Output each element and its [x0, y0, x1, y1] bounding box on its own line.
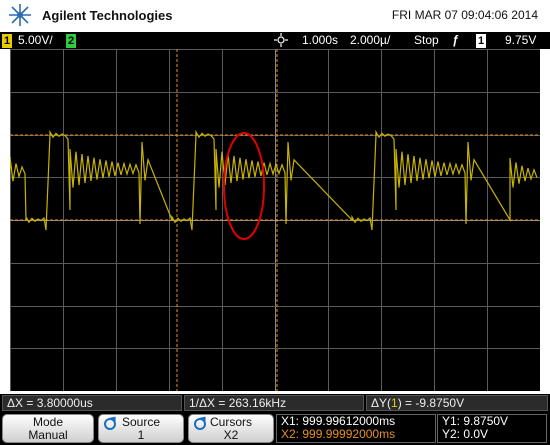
timebase: 1.000s [302, 33, 339, 47]
y2-readout: Y2: 0.0V [442, 427, 489, 441]
measurement-bar: ΔX = 3.80000us 1/ΔX = 263.16kHz ΔY(1) = … [0, 394, 550, 412]
softkey-bar: Mode Manual Source 1 Cursors X2 X1: 999.… [0, 412, 550, 445]
agilent-logo-icon [9, 4, 31, 26]
ch2-number: 2 [66, 34, 76, 48]
trigger-level: 9.75V [505, 33, 537, 47]
delta-y-readout: ΔY(1) = -9.8750V [366, 395, 548, 411]
rotary-knob-icon [194, 418, 206, 430]
x2-readout: X2: 999.99992000ms [281, 427, 396, 441]
trigger-source-number: 1 [476, 34, 486, 48]
datetime-stamp: FRI MAR 07 09:04:06 2014 [391, 8, 538, 22]
cursors-value: X2 [223, 428, 239, 442]
header: Agilent Technologies FRI MAR 07 09:04:06… [0, 0, 550, 32]
cursor-x-readout: X1: 999.99612000ms X2: 999.99992000ms [276, 414, 436, 443]
waveform-display[interactable]: 1 [10, 49, 540, 391]
inverse-delta-x-readout: 1/ΔX = 263.16kHz [184, 395, 364, 411]
cursors-softkey[interactable]: Cursors X2 [188, 414, 274, 443]
source-value: 1 [137, 428, 145, 442]
trigger-edge-icon: ƒ [452, 33, 459, 47]
ch1-scale: 5.00V/ [18, 33, 53, 47]
run-state: Stop [414, 33, 439, 47]
delta-y-value: ) = -9.8750V [397, 396, 465, 410]
trigger-marker-icon [274, 33, 288, 50]
delta-y-channel: 1 [391, 396, 398, 410]
status-bar: 1 5.00V/ 2 1.000s 2.000µ/ Stop ƒ 1 9.75V [0, 32, 550, 49]
delta-y-prefix: ΔY( [371, 396, 392, 410]
time-per-div: 2.000µ/ [350, 33, 391, 47]
source-softkey[interactable]: Source 1 [98, 414, 184, 443]
graticule-svg: 1 [10, 49, 540, 391]
brand-name: Agilent Technologies [42, 8, 173, 23]
cursor-y-readout: Y1: 9.8750V Y2: 0.0V [437, 414, 547, 443]
rotary-knob-icon [104, 418, 116, 430]
ch1-number: 1 [2, 34, 12, 48]
highlight-circle [223, 132, 265, 240]
mode-value: Manual [28, 428, 68, 442]
ch1-trace [10, 129, 538, 231]
mode-softkey[interactable]: Mode Manual [2, 414, 94, 443]
delta-x-readout: ΔX = 3.80000us [2, 395, 182, 411]
